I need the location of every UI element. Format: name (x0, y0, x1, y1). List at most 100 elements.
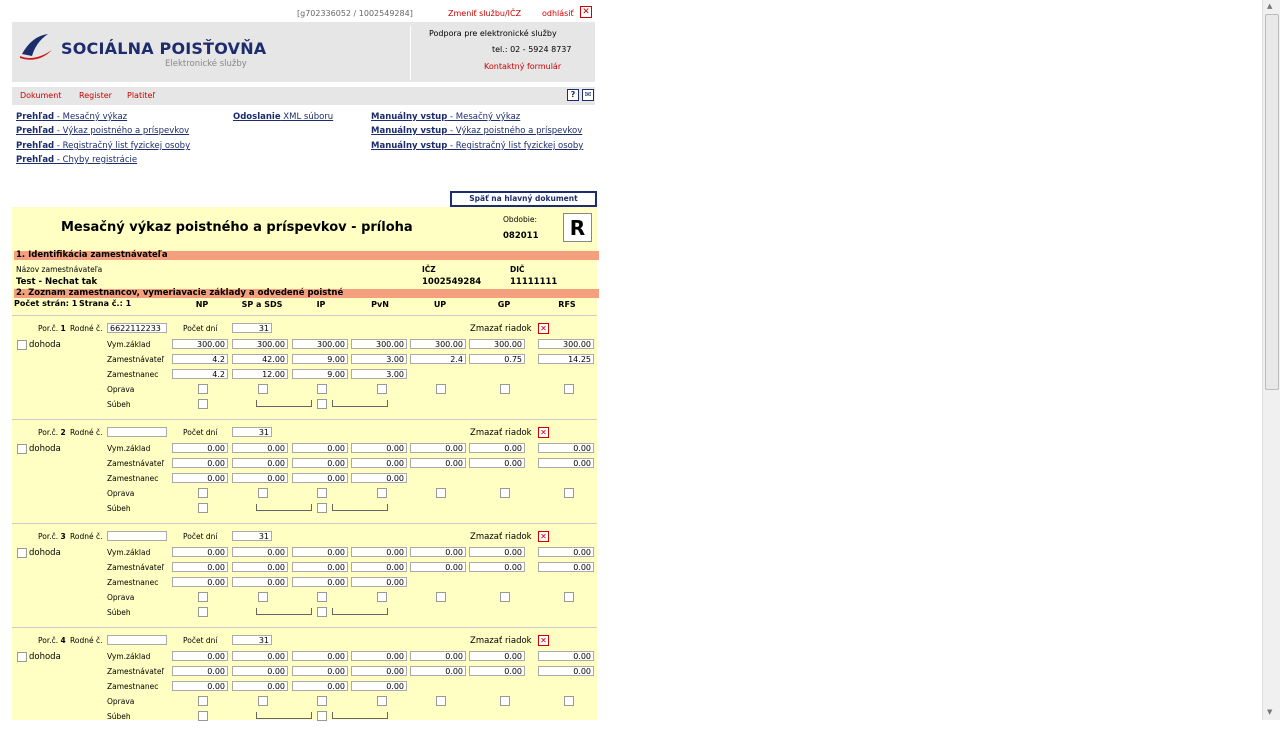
delete-row-icon[interactable]: ✕ (538, 531, 549, 542)
scroll-down-icon[interactable]: ▼ (1267, 708, 1272, 716)
amount-input[interactable]: 4.2 (172, 369, 228, 379)
correction-checkbox[interactable] (436, 592, 446, 602)
amount-input[interactable]: 0.00 (172, 681, 228, 691)
concurrence-checkbox[interactable] (317, 503, 327, 513)
correction-checkbox[interactable] (564, 488, 574, 498)
contact-form-link[interactable]: Kontaktný formulár (484, 62, 561, 71)
amount-input[interactable]: 300.00 (410, 339, 466, 349)
amount-input[interactable]: 0.00 (292, 443, 348, 453)
back-to-main-button[interactable]: Späť na hlavný dokument (450, 191, 597, 207)
amount-input[interactable]: 0.00 (469, 651, 525, 661)
days-input[interactable]: 31 (232, 323, 272, 333)
amount-input[interactable]: 0.00 (469, 443, 525, 453)
correction-checkbox[interactable] (436, 488, 446, 498)
concurrence-checkbox[interactable] (317, 607, 327, 617)
amount-input[interactable]: 0.00 (538, 443, 594, 453)
link-manual-registracny[interactable]: Manuálny vstup - Registračný list fyzick… (371, 141, 583, 151)
correction-checkbox[interactable] (198, 488, 208, 498)
correction-checkbox[interactable] (198, 696, 208, 706)
amount-input[interactable]: 0.00 (410, 443, 466, 453)
amount-input[interactable]: 0.00 (292, 562, 348, 572)
amount-input[interactable]: 300.00 (469, 339, 525, 349)
nav-dokument[interactable]: Dokument (20, 91, 61, 100)
amount-input[interactable]: 300.00 (292, 339, 348, 349)
amount-input[interactable]: 0.00 (292, 473, 348, 483)
amount-input[interactable]: 0.00 (172, 443, 228, 453)
birth-number-input[interactable] (107, 531, 167, 541)
correction-checkbox[interactable] (436, 384, 446, 394)
amount-input[interactable]: 0.00 (410, 651, 466, 661)
amount-input[interactable]: 0.75 (469, 354, 525, 364)
amount-input[interactable]: 3.00 (351, 369, 407, 379)
correction-checkbox[interactable] (317, 384, 327, 394)
correction-checkbox[interactable] (258, 384, 268, 394)
amount-input[interactable]: 0.00 (172, 666, 228, 676)
correction-checkbox[interactable] (198, 592, 208, 602)
amount-input[interactable]: 0.00 (232, 666, 288, 676)
amount-input[interactable]: 0.00 (410, 547, 466, 557)
delete-row-icon[interactable]: ✕ (538, 323, 549, 334)
correction-checkbox[interactable] (564, 696, 574, 706)
concurrence-field[interactable] (332, 400, 388, 407)
amount-input[interactable]: 0.00 (351, 651, 407, 661)
amount-input[interactable]: 0.00 (469, 547, 525, 557)
amount-input[interactable]: 14.25 (538, 354, 594, 364)
correction-checkbox[interactable] (500, 488, 510, 498)
help-icon[interactable]: ? (567, 89, 579, 101)
days-input[interactable]: 31 (232, 635, 272, 645)
correction-checkbox[interactable] (258, 592, 268, 602)
correction-checkbox[interactable] (317, 488, 327, 498)
agreement-checkbox[interactable] (17, 652, 27, 662)
close-icon[interactable]: ✕ (580, 6, 592, 18)
concurrence-checkbox[interactable] (317, 399, 327, 409)
correction-checkbox[interactable] (500, 384, 510, 394)
amount-input[interactable]: 0.00 (410, 458, 466, 468)
amount-input[interactable]: 0.00 (232, 577, 288, 587)
correction-checkbox[interactable] (258, 696, 268, 706)
concurrence-field[interactable] (256, 608, 312, 615)
amount-input[interactable]: 0.00 (351, 562, 407, 572)
amount-input[interactable]: 42.00 (232, 354, 288, 364)
correction-checkbox[interactable] (500, 592, 510, 602)
amount-input[interactable]: 0.00 (351, 681, 407, 691)
amount-input[interactable]: 0.00 (469, 458, 525, 468)
correction-checkbox[interactable] (377, 488, 387, 498)
amount-input[interactable]: 0.00 (292, 577, 348, 587)
amount-input[interactable]: 2.4 (410, 354, 466, 364)
amount-input[interactable]: 0.00 (292, 458, 348, 468)
correction-checkbox[interactable] (564, 384, 574, 394)
amount-input[interactable]: 300.00 (351, 339, 407, 349)
concurrence-field[interactable] (256, 712, 312, 719)
amount-input[interactable]: 0.00 (351, 547, 407, 557)
amount-input[interactable]: 0.00 (232, 562, 288, 572)
amount-input[interactable]: 0.00 (351, 443, 407, 453)
amount-input[interactable]: 0.00 (292, 666, 348, 676)
delete-row-icon[interactable]: ✕ (538, 635, 549, 646)
concurrence-field[interactable] (332, 712, 388, 719)
scroll-up-icon[interactable]: ▲ (1267, 2, 1272, 10)
amount-input[interactable]: 0.00 (538, 651, 594, 661)
amount-input[interactable]: 0.00 (538, 547, 594, 557)
amount-input[interactable]: 0.00 (538, 562, 594, 572)
amount-input[interactable]: 3.00 (351, 354, 407, 364)
delete-row-icon[interactable]: ✕ (538, 427, 549, 438)
scroll-thumb[interactable] (1265, 14, 1279, 390)
amount-input[interactable]: 0.00 (232, 681, 288, 691)
amount-input[interactable]: 0.00 (351, 473, 407, 483)
correction-checkbox[interactable] (258, 488, 268, 498)
amount-input[interactable]: 0.00 (172, 577, 228, 587)
amount-input[interactable]: 0.00 (232, 473, 288, 483)
birth-number-input[interactable] (107, 635, 167, 645)
correction-checkbox[interactable] (317, 592, 327, 602)
link-manual-mesacny[interactable]: Manuálny vstup - Mesačný výkaz (371, 112, 520, 122)
agreement-checkbox[interactable] (17, 340, 27, 350)
agreement-checkbox[interactable] (17, 548, 27, 558)
concurrence-checkbox[interactable] (198, 607, 208, 617)
amount-input[interactable]: 9.00 (292, 369, 348, 379)
amount-input[interactable]: 0.00 (292, 651, 348, 661)
amount-input[interactable]: 0.00 (172, 651, 228, 661)
amount-input[interactable]: 9.00 (292, 354, 348, 364)
concurrence-checkbox[interactable] (198, 399, 208, 409)
amount-input[interactable]: 0.00 (410, 562, 466, 572)
amount-input[interactable]: 300.00 (538, 339, 594, 349)
